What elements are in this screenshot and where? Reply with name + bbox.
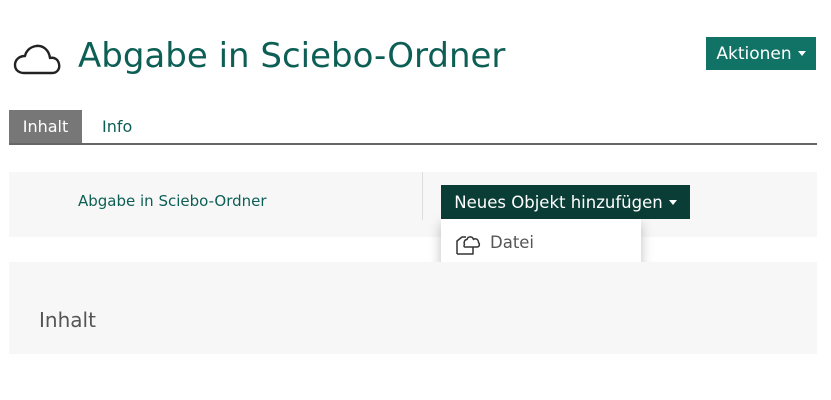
- content-panel: Inhalt: [9, 262, 817, 354]
- tab-inhalt[interactable]: Inhalt: [9, 110, 82, 143]
- actions-button-label: Aktionen: [716, 43, 792, 64]
- caret-down-icon: [668, 199, 677, 205]
- page-header: Abgabe in Sciebo-Ordner Aktionen: [0, 0, 831, 110]
- page-title: Abgabe in Sciebo-Ordner: [78, 36, 506, 76]
- add-new-object-label: Neues Objekt hinzufügen: [454, 192, 663, 212]
- vertical-divider: [422, 172, 423, 220]
- breadcrumb-link[interactable]: Abgabe in Sciebo-Ordner: [78, 192, 267, 210]
- cloud-file-icon: [456, 236, 481, 255]
- cloud-icon: [13, 44, 61, 75]
- tab-bar: Inhalt Info: [9, 110, 817, 145]
- dropdown-item-label: Datei: [490, 233, 535, 252]
- add-new-object-button[interactable]: Neues Objekt hinzufügen: [441, 185, 690, 219]
- tab-info[interactable]: Info: [102, 110, 132, 143]
- actions-button[interactable]: Aktionen: [706, 37, 816, 70]
- content-panel-title: Inhalt: [39, 308, 96, 332]
- caret-down-icon: [797, 51, 806, 56]
- breadcrumb-panel: Abgabe in Sciebo-Ordner: [9, 172, 817, 237]
